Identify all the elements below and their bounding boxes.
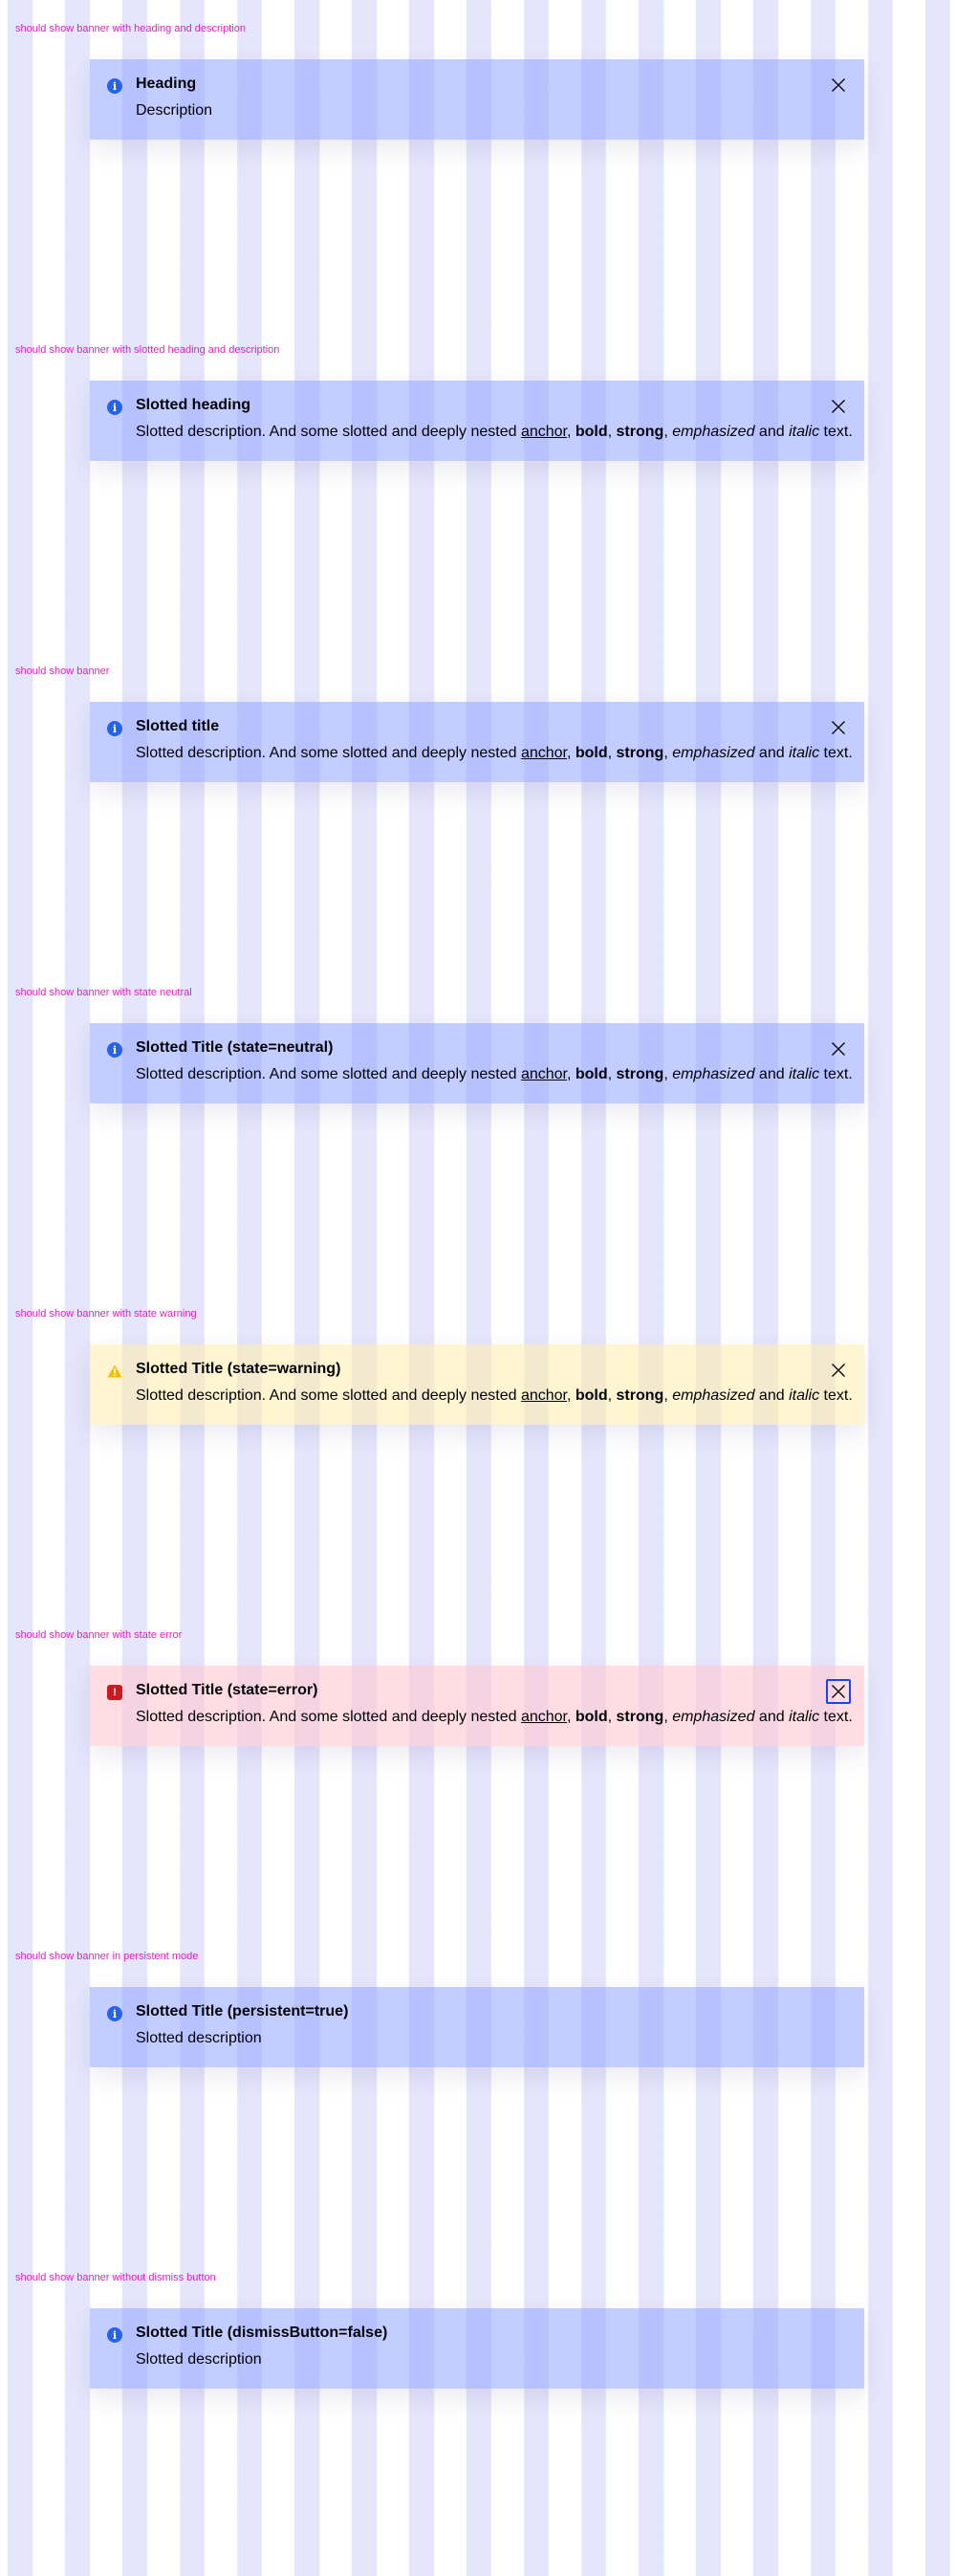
- strong-text: strong: [616, 745, 664, 761]
- test-case-title: should show banner without dismiss butto…: [15, 2272, 216, 2283]
- banner-description: Slotted description. And some slotted an…: [136, 1709, 853, 1725]
- close-button[interactable]: [826, 394, 851, 419]
- close-button[interactable]: [826, 1358, 851, 1383]
- banner: i Slotted heading Slotted description. And…: [90, 381, 864, 461]
- test-case: should show banner in persistent mode i Sl…: [0, 1933, 956, 2255]
- banner-description: Slotted description. And some slotted an…: [136, 745, 853, 761]
- banner: i Slotted Title (state=neutral) Slotted de…: [90, 1023, 864, 1103]
- close-icon: [832, 1364, 845, 1377]
- information-icon: i: [107, 1042, 122, 1058]
- banner-description: Slotted description: [136, 2030, 262, 2046]
- emphasized-text: emphasized: [672, 1709, 755, 1725]
- emphasized-text: emphasized: [672, 424, 755, 440]
- test-case-title: should show banner with heading and desc…: [15, 23, 246, 34]
- banner-description: Slotted description. And some slotted an…: [136, 424, 853, 440]
- banner-description: Slotted description. And some slotted an…: [136, 1066, 853, 1082]
- italic-text: italic: [789, 1387, 820, 1404]
- description-anchor-link[interactable]: anchor: [521, 745, 567, 761]
- banner-heading: Slotted Title (state=error): [136, 1682, 318, 1698]
- italic-text: italic: [789, 1066, 820, 1082]
- strong-text: strong: [616, 424, 664, 440]
- emphasized-text: emphasized: [672, 1387, 755, 1404]
- test-case: should show banner with heading and desc…: [0, 6, 956, 327]
- information-icon: i: [107, 2006, 122, 2021]
- bold-text: bold: [575, 745, 608, 761]
- emphasized-text: emphasized: [672, 1066, 755, 1082]
- description-anchor-link[interactable]: anchor: [521, 1066, 567, 1082]
- banner-description: Slotted description. And some slotted an…: [136, 1387, 853, 1404]
- description-anchor-link[interactable]: anchor: [521, 424, 567, 440]
- test-case: should show banner i Slotted title Slotted …: [0, 648, 956, 970]
- strong-text: strong: [616, 1387, 664, 1404]
- banner-heading: Slotted title: [136, 718, 220, 734]
- test-case: should show banner with slotted heading …: [0, 327, 956, 648]
- italic-text: italic: [789, 745, 820, 761]
- test-case-title: should show banner: [15, 666, 110, 677]
- information-icon: i: [107, 78, 122, 94]
- information-icon: i: [107, 721, 122, 736]
- close-button[interactable]: [826, 1037, 851, 1061]
- banner: i Slotted title Slotted description. And s…: [90, 702, 864, 782]
- close-icon: [832, 1685, 845, 1698]
- banner: Slotted Title (state=warning) Slotted des…: [90, 1344, 864, 1425]
- test-case-title: should show banner with state neutral: [15, 987, 192, 998]
- information-icon: i: [107, 400, 122, 415]
- bold-text: bold: [575, 1387, 608, 1404]
- italic-text: italic: [789, 1709, 820, 1725]
- close-icon: [832, 721, 845, 734]
- description-anchor-link[interactable]: anchor: [521, 1709, 567, 1725]
- close-button[interactable]: [826, 1679, 851, 1704]
- close-button[interactable]: [826, 715, 851, 740]
- banner-description: Slotted description: [136, 2351, 262, 2368]
- banner: i Slotted Title (persistent=true) Slotted …: [90, 1987, 864, 2067]
- test-case: should show banner with state error! Slot…: [0, 1612, 956, 1933]
- test-case-title: should show banner with slotted heading …: [15, 344, 280, 356]
- bold-text: bold: [575, 1709, 608, 1725]
- bold-text: bold: [575, 424, 608, 440]
- test-case: should show banner with state neutral i Sl…: [0, 970, 956, 1291]
- bold-text: bold: [575, 1066, 608, 1082]
- banner: i Heading Description: [90, 59, 864, 140]
- close-icon: [832, 400, 845, 413]
- test-case: should show banner with state warning Slo…: [0, 1291, 956, 1612]
- close-icon: [832, 78, 845, 92]
- error-icon: !: [107, 1685, 122, 1700]
- test-case-title: should show banner with state warning: [15, 1308, 197, 1320]
- banner-heading: Slotted Title (state=neutral): [136, 1039, 334, 1056]
- test-case: should show banner without dismiss butto…: [0, 2255, 956, 2576]
- close-icon: [832, 1042, 845, 1056]
- warning-icon: [107, 1364, 122, 1379]
- banner-heading: Slotted Title (dismissButton=false): [136, 2325, 388, 2341]
- description-anchor-link[interactable]: anchor: [521, 1387, 567, 1404]
- banner: i Slotted Title (dismissButton=false) Slot…: [90, 2308, 864, 2389]
- strong-text: strong: [616, 1066, 664, 1082]
- banner-heading: Heading: [136, 76, 197, 92]
- banner-heading: Slotted heading: [136, 397, 250, 413]
- information-icon: i: [107, 2327, 122, 2343]
- banner-description: Description: [136, 102, 213, 119]
- test-case-title: should show banner with state error: [15, 1629, 183, 1641]
- banner-heading: Slotted Title (state=warning): [136, 1361, 341, 1377]
- test-case-title: should show banner in persistent mode: [15, 1951, 199, 1962]
- banner: ! Slotted Title (state=error) Slotted desc…: [90, 1666, 864, 1746]
- italic-text: italic: [789, 424, 820, 440]
- close-button[interactable]: [826, 73, 851, 98]
- banner-heading: Slotted Title (persistent=true): [136, 2003, 349, 2019]
- strong-text: strong: [616, 1709, 664, 1725]
- emphasized-text: emphasized: [672, 745, 755, 761]
